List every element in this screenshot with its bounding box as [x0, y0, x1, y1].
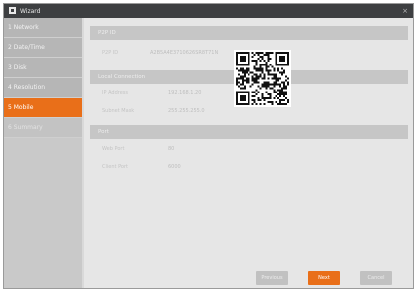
qr-code-icon — [234, 50, 291, 107]
client-port-value: 6000 — [168, 164, 181, 170]
p2p-id-label: P2P ID — [102, 50, 119, 56]
window-title: Wizard — [20, 8, 41, 15]
web-port-row: Web Port 80 — [90, 142, 408, 155]
step-date-time[interactable]: 2 Date/Time — [4, 38, 82, 58]
web-port-label: Web Port — [102, 146, 125, 152]
step-mobile[interactable]: 5 Mobile — [4, 98, 82, 118]
ip-address-label: IP Address — [102, 90, 128, 96]
mobile-settings-panel: P2P ID P2P ID A2B5A4E3710626SR8T71N Loca… — [84, 18, 413, 288]
subnet-mask-label: Subnet Mask — [102, 108, 135, 114]
step-resolution[interactable]: 4 Resolution — [4, 78, 82, 98]
step-summary[interactable]: 6 Summary — [4, 118, 82, 138]
subnet-mask-value: 255.255.255.0 — [168, 108, 205, 114]
p2p-id-value: A2B5A4E3710626SR8T71N — [150, 50, 219, 56]
cancel-button[interactable]: Cancel — [360, 271, 392, 285]
previous-button[interactable]: Previous — [256, 271, 288, 285]
client-port-label: Client Port — [102, 164, 128, 170]
wizard-logo-icon — [9, 7, 16, 14]
web-port-value: 80 — [168, 146, 175, 152]
next-button[interactable]: Next — [308, 271, 340, 285]
title-bar: Wizard × — [4, 4, 413, 18]
close-icon[interactable]: × — [402, 7, 408, 15]
ip-address-value: 192.168.1.20 — [168, 90, 202, 96]
step-network[interactable]: 1 Network — [4, 18, 82, 38]
port-section-header: Port — [90, 125, 408, 139]
wizard-steps: 1 Network 2 Date/Time 3 Disk 4 Resolutio… — [4, 18, 82, 288]
client-port-row: Client Port 6000 — [90, 160, 408, 173]
p2p-section-header: P2P ID — [90, 26, 408, 40]
wizard-window: Wizard × 1 Network 2 Date/Time 3 Disk 4 … — [3, 3, 414, 289]
step-disk[interactable]: 3 Disk — [4, 58, 82, 78]
